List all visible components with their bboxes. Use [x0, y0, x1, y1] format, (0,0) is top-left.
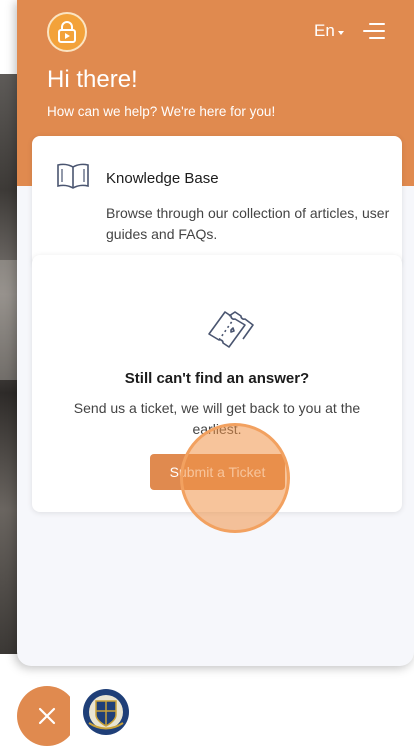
knowledge-base-description: Browse through our collection of article…: [106, 205, 390, 242]
chevron-down-icon: [337, 30, 344, 35]
greeting-title: Hi there!: [47, 66, 138, 93]
language-label: En: [314, 21, 335, 40]
ticket-card-title: Still can't find an answer?: [124, 370, 310, 387]
ticket-card-description: Send us a ticket, we will get back to yo…: [73, 400, 361, 437]
open-book-icon: [57, 163, 89, 189]
ticket-icon: [208, 311, 254, 348]
menu-icon[interactable]: [363, 21, 385, 41]
university-seal-logo: [70, 678, 141, 746]
submit-ticket-card: Still can't find an answer? Send us a ti…: [32, 255, 402, 512]
greeting-subtitle: How can we help? We're here for you!: [47, 104, 276, 119]
language-selector[interactable]: En: [314, 21, 344, 41]
lock-play-icon: [58, 21, 76, 43]
close-icon: [38, 707, 56, 725]
knowledge-base-card[interactable]: Knowledge Base Browse through our collec…: [32, 136, 402, 266]
help-widget-panel: En Hi there! How can we help? We're here…: [17, 0, 414, 666]
university-seal-icon: [82, 689, 129, 735]
knowledge-base-title: Knowledge Base: [106, 170, 219, 187]
close-widget-button[interactable]: [17, 686, 77, 746]
brand-logo: [47, 12, 87, 52]
submit-ticket-button[interactable]: Submit a Ticket: [150, 454, 285, 490]
